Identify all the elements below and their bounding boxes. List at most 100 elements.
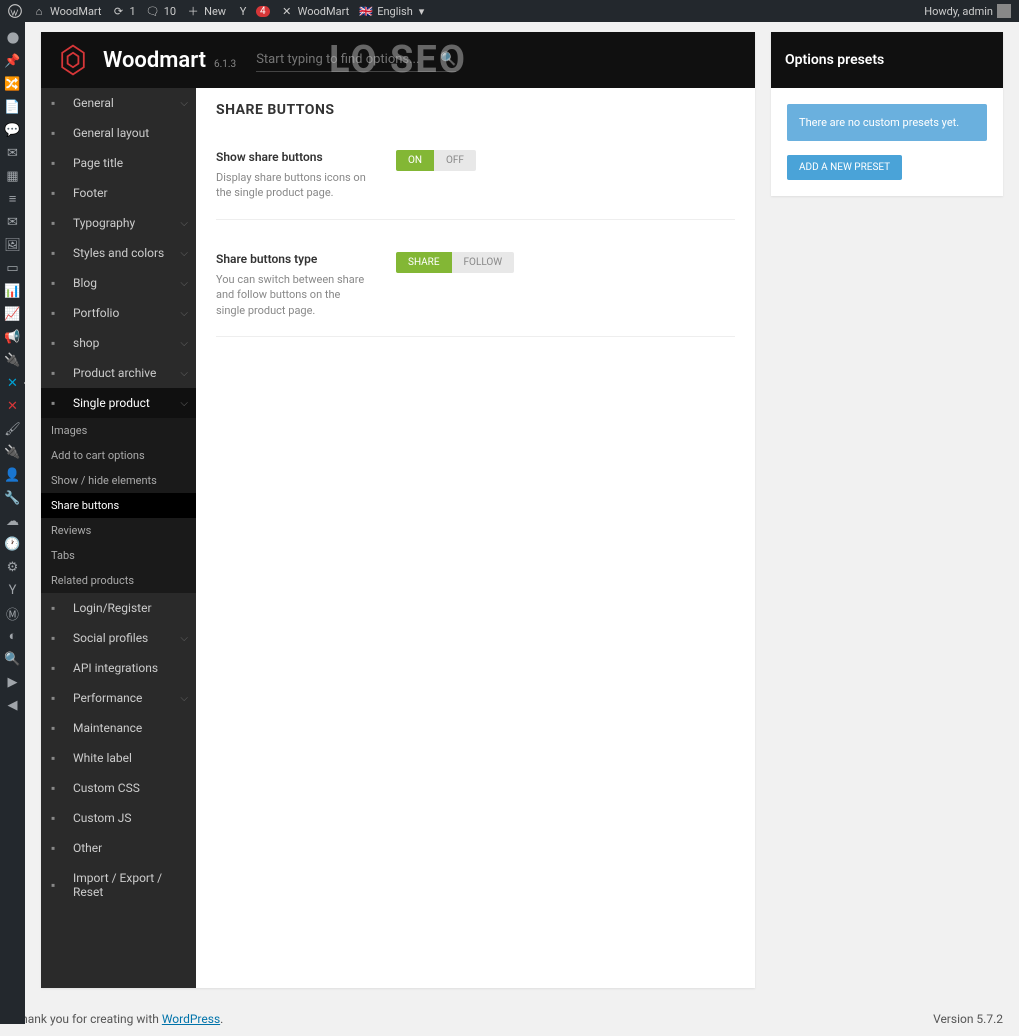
- grid-icon[interactable]: ▦: [5, 168, 21, 184]
- updates-link[interactable]: ⟳1: [112, 4, 136, 18]
- option-desc: Display share buttons icons on the singl…: [216, 170, 366, 201]
- toggle-off[interactable]: OFF: [434, 150, 476, 171]
- updates-icon[interactable]: 🔀: [5, 76, 21, 92]
- toggle-off[interactable]: FOLLOW: [452, 252, 515, 273]
- sidebar-item-shop[interactable]: ▪shop⌵: [41, 328, 196, 358]
- list-icon[interactable]: ≡: [5, 191, 21, 207]
- dashboard-icon[interactable]: [5, 30, 21, 46]
- sidebar-sub-tabs[interactable]: Tabs: [41, 543, 196, 568]
- search-side-icon[interactable]: 🔍: [5, 651, 21, 667]
- presets-title: Options presets: [771, 32, 1003, 88]
- sidebar-item-maintenance[interactable]: ▪Maintenance: [41, 713, 196, 743]
- sidebar-item-custom-js[interactable]: ▪Custom JS: [41, 803, 196, 833]
- pin-icon[interactable]: 📌: [5, 53, 21, 69]
- sidebar-item-login-register[interactable]: ▪Login/Register: [41, 593, 196, 623]
- main-panel: Woodmart 6.1.3 🔍 LO SEO ▪General⌵▪Genera…: [41, 32, 755, 988]
- sidebar-item-footer[interactable]: ▪Footer: [41, 178, 196, 208]
- toggle-on[interactable]: ON: [396, 150, 434, 171]
- collapse-icon[interactable]: ◀: [5, 697, 21, 713]
- nav-icon: ▪: [51, 751, 65, 765]
- pages-icon[interactable]: 📄: [5, 99, 21, 115]
- content-area: SHARE BUTTONS Show share buttons Display …: [196, 88, 755, 988]
- nav-icon: ▪: [51, 721, 65, 735]
- sidebar-item-other[interactable]: ▪Other: [41, 833, 196, 863]
- woodmart-icon[interactable]: ✕: [5, 375, 21, 391]
- slider-icon[interactable]: ▭: [5, 260, 21, 276]
- sidebar-item-white-label[interactable]: ▪White label: [41, 743, 196, 773]
- nav-icon: ▪: [51, 691, 65, 705]
- sidebar-item-custom-css[interactable]: ▪Custom CSS: [41, 773, 196, 803]
- sidebar-item-import-export-reset[interactable]: ▪Import / Export / Reset: [41, 863, 196, 907]
- comments-side-icon[interactable]: 💬: [5, 122, 21, 138]
- plugins-icon[interactable]: 🔌: [5, 444, 21, 460]
- new-link[interactable]: ＋New: [186, 4, 226, 18]
- nav-icon: ▪: [51, 366, 65, 380]
- plug-icon[interactable]: 🔌: [5, 352, 21, 368]
- search-input[interactable]: [256, 48, 440, 71]
- sidebar-item-general[interactable]: ▪General⌵: [41, 88, 196, 118]
- sidebar-item-styles-and-colors[interactable]: ▪Styles and colors⌵: [41, 238, 196, 268]
- nav-icon: ▪: [51, 156, 65, 170]
- sidebar-item-general-layout[interactable]: ▪General layout: [41, 118, 196, 148]
- lang-link[interactable]: 🇬🇧English▾: [359, 4, 424, 18]
- add-preset-button[interactable]: ADD A NEW PRESET: [787, 155, 902, 180]
- sidebar-sub-related-products[interactable]: Related products: [41, 568, 196, 593]
- nav-icon: ▪: [51, 276, 65, 290]
- elementor-icon[interactable]: Ⓜ: [5, 605, 21, 621]
- users-icon[interactable]: 👤: [5, 467, 21, 483]
- cloud-icon[interactable]: ☁: [5, 513, 21, 529]
- sidebar-item-social-profiles[interactable]: ▪Social profiles⌵: [41, 623, 196, 653]
- option-title: Show share buttons: [216, 150, 366, 164]
- search-icon[interactable]: 🔍: [440, 52, 456, 67]
- wp-logo[interactable]: [8, 4, 22, 18]
- sidebar-item-page-title[interactable]: ▪Page title: [41, 148, 196, 178]
- play-icon[interactable]: ▶: [5, 674, 21, 690]
- avatar: [997, 4, 1011, 18]
- envelope-icon[interactable]: ✉: [5, 214, 21, 230]
- sidebar-item-api-integrations[interactable]: ▪API integrations: [41, 653, 196, 683]
- sidebar-item-portfolio[interactable]: ▪Portfolio⌵: [41, 298, 196, 328]
- feedback-icon[interactable]: 📊: [5, 283, 21, 299]
- comments-link[interactable]: 🗨10: [146, 4, 176, 18]
- toggle-on[interactable]: SHARE: [396, 252, 452, 273]
- panel-header: Woodmart 6.1.3 🔍 LO SEO: [41, 32, 755, 88]
- nav-icon: ▪: [51, 396, 65, 410]
- sidebar-item-single-product[interactable]: ▪Single product⌵: [41, 388, 196, 418]
- version-label: 6.1.3: [214, 59, 236, 70]
- sidebar-sub-show-hide-elements[interactable]: Show / hide elements: [41, 468, 196, 493]
- sidebar-item-typography[interactable]: ▪Typography⌵: [41, 208, 196, 238]
- sidebar-sub-add-to-cart-options[interactable]: Add to cart options: [41, 443, 196, 468]
- theme-link[interactable]: ✕WoodMart: [280, 4, 350, 18]
- tools-icon[interactable]: 🔧: [5, 490, 21, 506]
- mail-icon[interactable]: ✉: [5, 145, 21, 161]
- chart-icon[interactable]: 📈: [5, 306, 21, 322]
- sidebar-item-blog[interactable]: ▪Blog⌵: [41, 268, 196, 298]
- sidebar-sub-share-buttons[interactable]: Share buttons: [41, 493, 196, 518]
- option-desc: You can switch between share and follow …: [216, 272, 366, 318]
- yoast-badge: 4: [256, 6, 270, 17]
- woodmart-alt-icon[interactable]: ✕: [5, 398, 21, 414]
- settings-icon[interactable]: ⚙: [5, 559, 21, 575]
- sidebar-item-performance[interactable]: ▪Performance⌵: [41, 683, 196, 713]
- nav-icon: ▪: [51, 878, 65, 892]
- appearance-icon[interactable]: 🖌: [5, 421, 21, 437]
- circle-icon[interactable]: ◐: [5, 628, 21, 644]
- megaphone-icon[interactable]: 📢: [5, 329, 21, 345]
- site-link[interactable]: ⌂WoodMart: [32, 4, 102, 18]
- yoast-link[interactable]: Y4: [236, 4, 270, 18]
- nav-icon: ▪: [51, 246, 65, 260]
- nav-icon: ▪: [51, 186, 65, 200]
- clock-icon[interactable]: 🕐: [5, 536, 21, 552]
- sidebar-item-product-archive[interactable]: ▪Product archive⌵: [41, 358, 196, 388]
- sidebar-sub-images[interactable]: Images: [41, 418, 196, 443]
- howdy-link[interactable]: Howdy, admin: [924, 4, 1011, 18]
- image-icon[interactable]: 🖼: [5, 237, 21, 253]
- chevron-down-icon: ⌵: [180, 338, 188, 349]
- settings-sidebar: ▪General⌵▪General layout▪Page title▪Foot…: [41, 88, 196, 988]
- yoast-side-icon[interactable]: Y: [5, 582, 21, 598]
- sidebar-sub-reviews[interactable]: Reviews: [41, 518, 196, 543]
- nav-icon: ▪: [51, 216, 65, 230]
- chevron-down-icon: ⌵: [180, 398, 188, 409]
- page-title: SHARE BUTTONS: [216, 102, 735, 118]
- nav-icon: ▪: [51, 336, 65, 350]
